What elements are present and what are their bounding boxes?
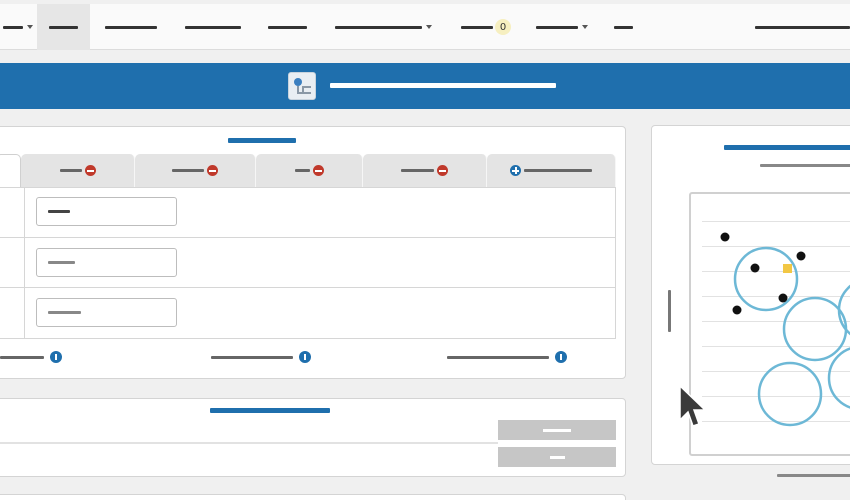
mouse-pointer-icon <box>679 384 706 427</box>
highlight-marker[interactable] <box>783 264 792 273</box>
chart-overlay <box>720 232 850 427</box>
data-point[interactable] <box>778 293 788 303</box>
cluster-circle[interactable] <box>782 296 848 362</box>
cluster-circle[interactable] <box>757 361 823 427</box>
data-point[interactable] <box>750 263 760 273</box>
data-point[interactable] <box>732 305 742 315</box>
data-point[interactable] <box>720 232 730 242</box>
data-point[interactable] <box>796 251 806 261</box>
cluster-circle[interactable] <box>733 246 799 312</box>
